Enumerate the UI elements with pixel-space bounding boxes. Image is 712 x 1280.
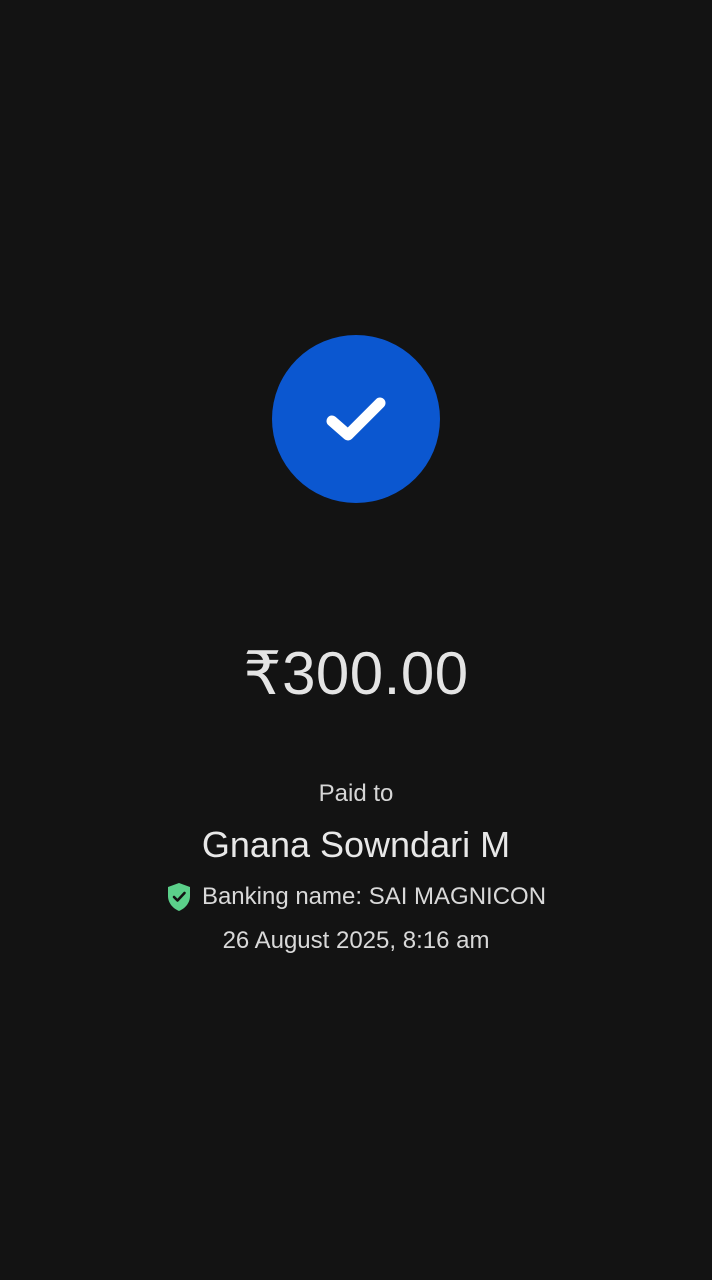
payment-datetime: 26 August 2025, 8:16 am [222, 927, 490, 954]
payment-amount: ₹300.00 [243, 640, 469, 707]
banking-name: Banking name: SAI MAGNICON [201, 883, 547, 910]
payment-success-screen: ₹300.00 Paid to Gnana Sowndari M Banking… [0, 0, 712, 1280]
shield-check-icon [167, 883, 190, 911]
checkmark-icon [326, 397, 386, 441]
banking-name-row: Banking name: SAI MAGNICON [0, 880, 712, 914]
success-check-circle [272, 335, 440, 503]
payee-name: Gnana Sowndari M [201, 824, 511, 865]
paid-to-label: Paid to [318, 780, 394, 807]
